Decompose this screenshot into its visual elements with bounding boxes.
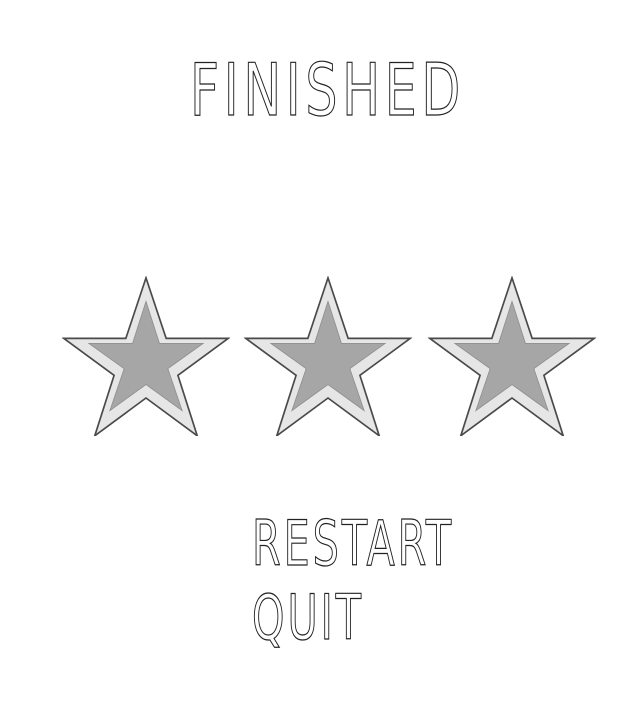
star-rating <box>0 270 641 445</box>
restart-button[interactable]: RESTART <box>252 512 454 575</box>
quit-button[interactable]: QUIT <box>252 586 364 649</box>
star-icon <box>62 276 230 436</box>
finished-title: FINISHED <box>190 48 465 132</box>
star-icon <box>428 276 596 436</box>
star-icon <box>244 276 412 436</box>
